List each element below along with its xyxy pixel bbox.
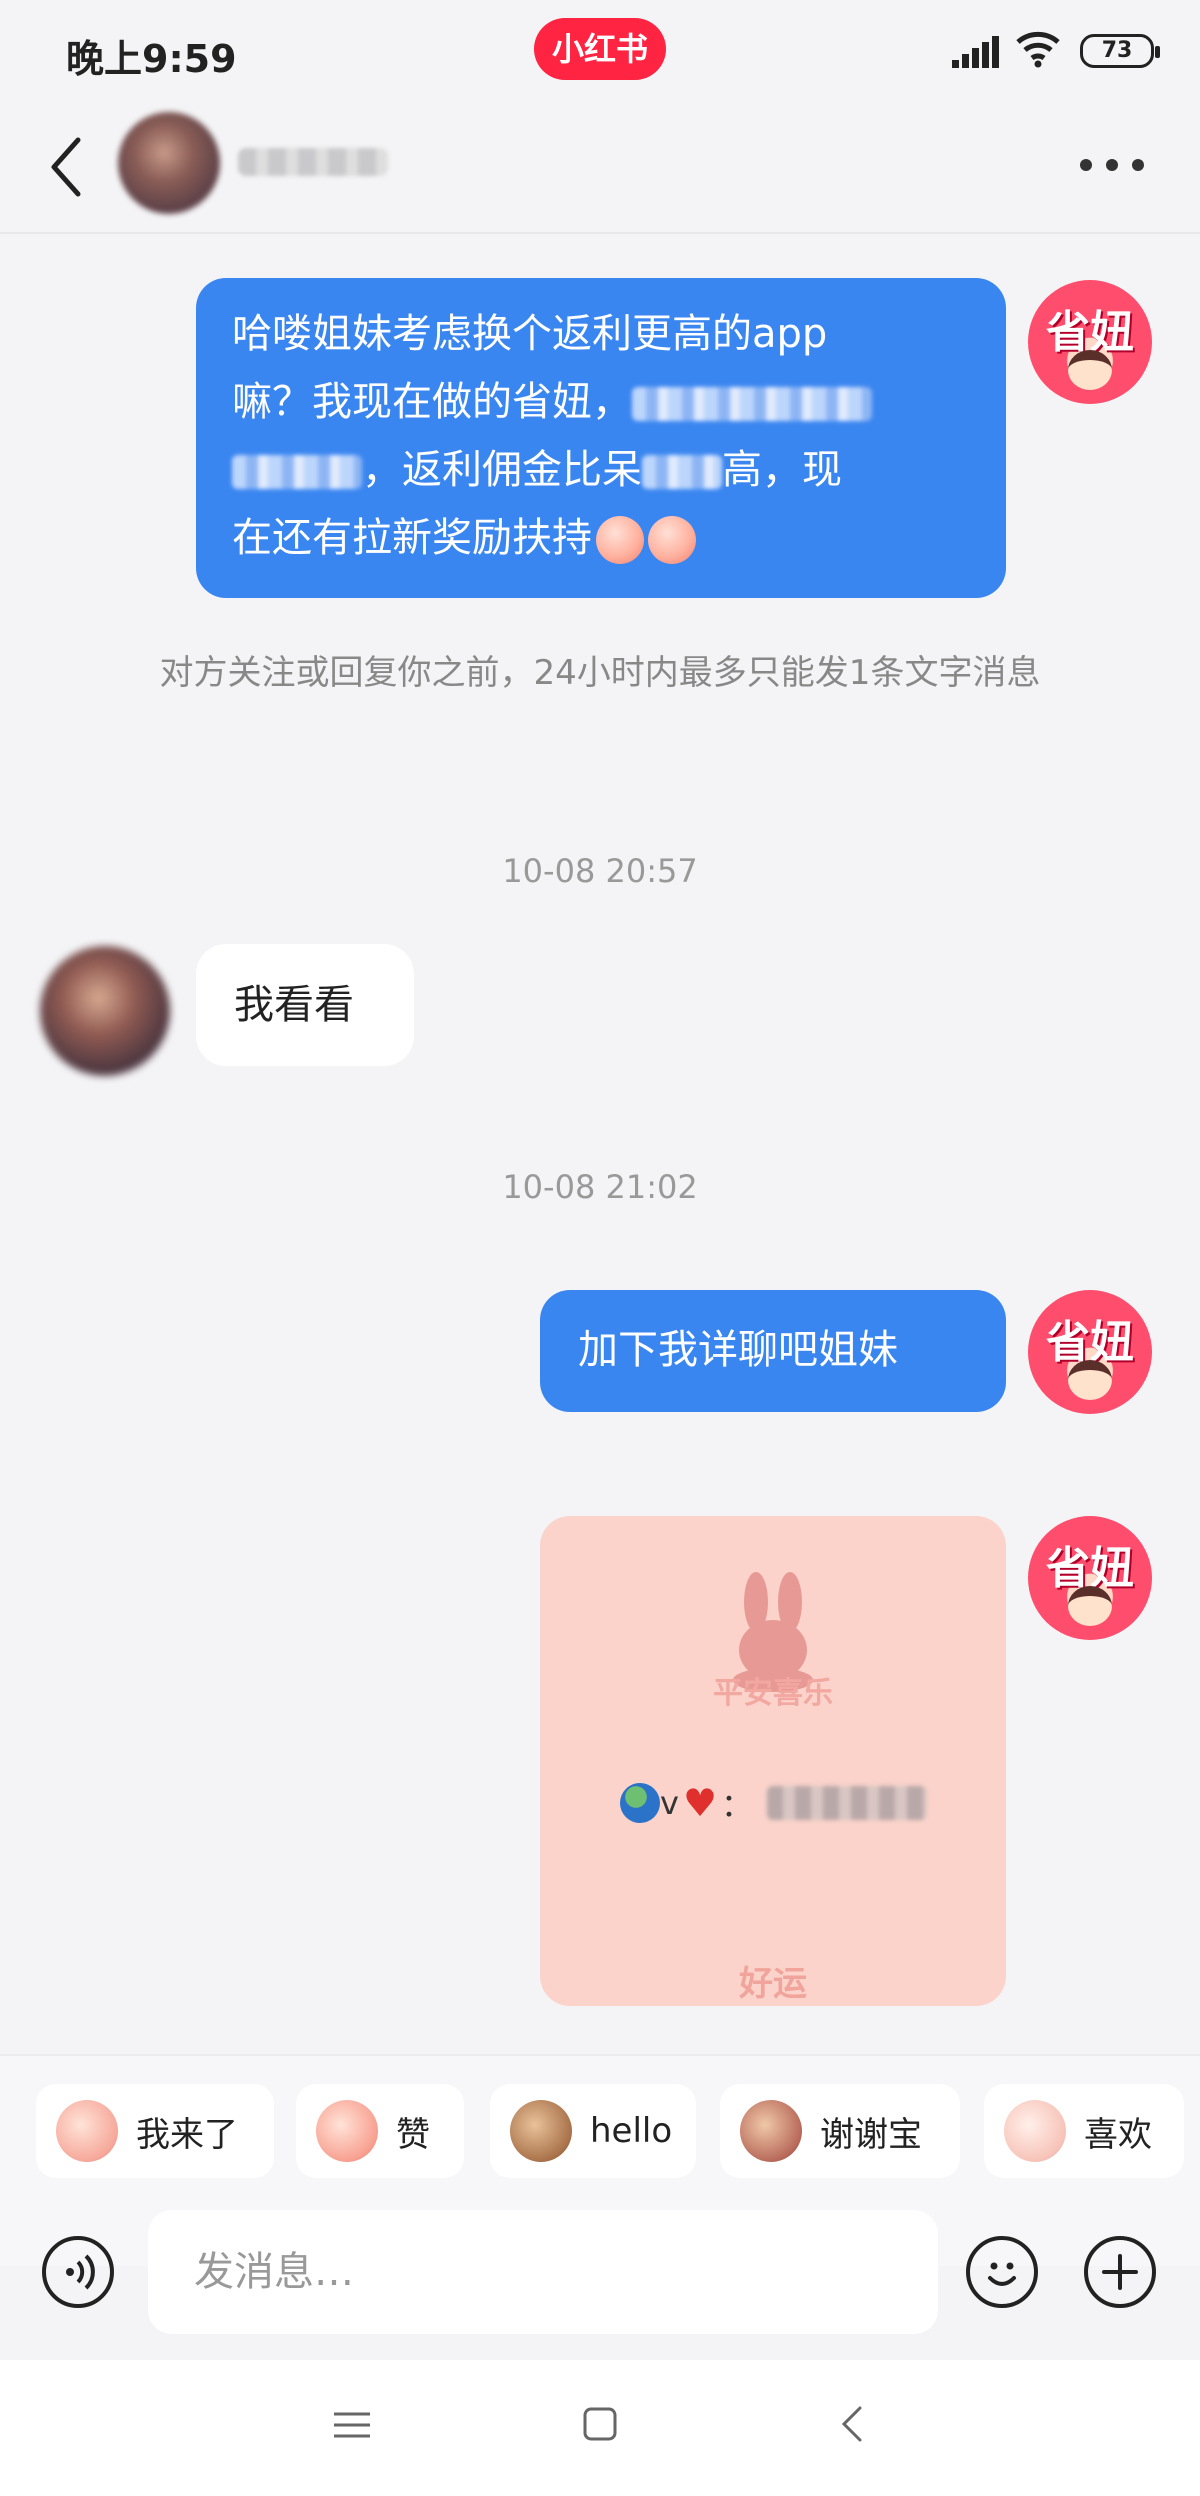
- message-input[interactable]: [148, 2210, 938, 2334]
- outgoing-message-bubble[interactable]: 加下我详聊吧姐妹: [540, 1290, 1006, 1412]
- home-icon[interactable]: [582, 2406, 618, 2442]
- outgoing-message-bubble[interactable]: 哈喽姐妹考虑换个返利更高的app 嘛？我现在做的省妞， ，返利佣金比呆 高，现 在…: [196, 278, 1006, 598]
- message-line: 哈喽姐妹考虑换个返利更高的app: [232, 311, 828, 357]
- my-avatar[interactable]: 省妞: [1028, 280, 1152, 404]
- plus-icon[interactable]: [1084, 2236, 1156, 2308]
- message-line: ，返利佣金比呆 高，现: [232, 436, 970, 504]
- voice-input-icon[interactable]: [42, 2236, 114, 2308]
- peach-emoji-icon: [648, 516, 696, 564]
- card-v-text: v: [660, 1784, 679, 1822]
- emoji-icon[interactable]: [966, 2236, 1038, 2308]
- timestamp: 10-08 21:02: [502, 1168, 698, 1206]
- sticker-icon: [510, 2100, 572, 2162]
- incoming-message-bubble[interactable]: 我看看: [196, 944, 414, 1066]
- sticker-icon: [316, 2100, 378, 2162]
- my-avatar[interactable]: 省妞: [1028, 1290, 1152, 1414]
- heart-icon: ♥: [682, 1781, 718, 1825]
- my-avatar[interactable]: 省妞: [1028, 1516, 1152, 1640]
- card-footer: 好运: [739, 1964, 807, 2004]
- contact-name-blurred: [238, 148, 388, 176]
- more-options-icon[interactable]: [1080, 140, 1144, 190]
- quick-reply-chip[interactable]: 喜欢: [984, 2084, 1184, 2178]
- send-limit-notice: 对方关注或回复你之前，24小时内最多只能发1条文字消息: [159, 653, 1041, 693]
- card-colon: ：: [721, 1786, 754, 1824]
- sticker-icon: [740, 2100, 802, 2162]
- peach-emoji-icon: [596, 516, 644, 564]
- quick-reply-chip[interactable]: hello: [490, 2084, 696, 2178]
- timestamp: 10-08 20:57: [502, 852, 698, 890]
- battery-indicator: 73: [1080, 34, 1160, 68]
- menu-icon[interactable]: [332, 2410, 372, 2440]
- status-time: 晚上9:59: [66, 37, 237, 81]
- card-caption: 平安喜乐: [713, 1676, 833, 1711]
- wifi-icon: [1016, 31, 1060, 68]
- signal-icon: [952, 36, 999, 68]
- message-line: 在还有拉新奖励扶持: [232, 504, 970, 572]
- sticker-icon: [56, 2100, 118, 2162]
- back-arrow-icon[interactable]: [46, 132, 86, 202]
- app-badge: 小红书: [534, 18, 666, 80]
- globe-icon: [620, 1783, 660, 1823]
- back-icon[interactable]: [840, 2404, 864, 2444]
- quick-reply-chip[interactable]: 我来了: [36, 2084, 274, 2178]
- quick-reply-chip[interactable]: 谢谢宝: [720, 2084, 960, 2178]
- message-text: 我看看: [234, 982, 354, 1028]
- contact-avatar[interactable]: [118, 112, 220, 214]
- contact-line: v ♥ ：: [620, 1778, 928, 1828]
- blurred-id: [767, 1786, 928, 1820]
- image-message[interactable]: 平安喜乐 v ♥ ： 好运: [540, 1516, 1006, 2006]
- message-line: 嘛？我现在做的省妞，: [232, 368, 970, 436]
- message-text: 加下我详聊吧姐妹: [578, 1327, 898, 1373]
- contact-avatar-small[interactable]: [40, 946, 170, 1076]
- quick-reply-chip[interactable]: 赞: [296, 2084, 464, 2178]
- sticker-icon: [1004, 2100, 1066, 2162]
